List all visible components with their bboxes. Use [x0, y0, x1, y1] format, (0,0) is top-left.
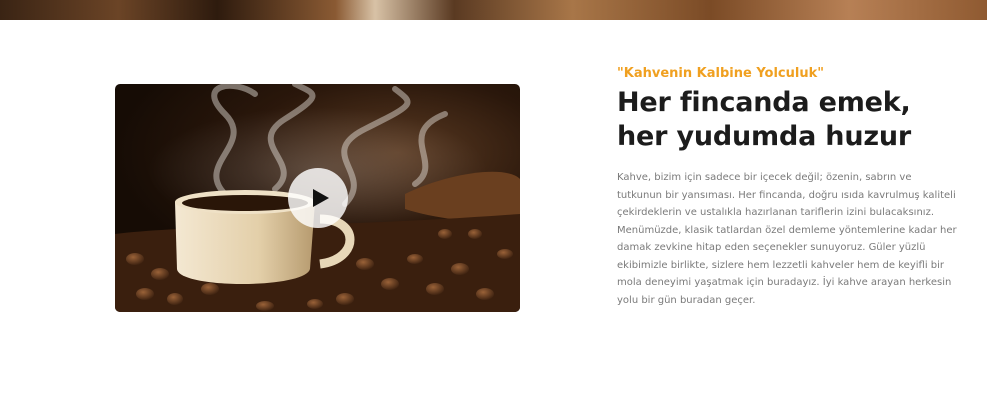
section-body: Kahve, bizim için sadece bir içecek deği…: [617, 172, 957, 306]
section-headline: Her fincanda emek, her yudumda huzur: [617, 87, 911, 152]
coffee-video-thumbnail[interactable]: [115, 84, 520, 312]
play-button[interactable]: [288, 168, 348, 228]
about-section: "Kahvenin Kalbine Yolculuk" Her fincanda…: [617, 64, 957, 309]
section-eyebrow: "Kahvenin Kalbine Yolculuk": [617, 66, 825, 81]
play-icon: [312, 189, 329, 207]
top-banner-image: [0, 0, 987, 20]
